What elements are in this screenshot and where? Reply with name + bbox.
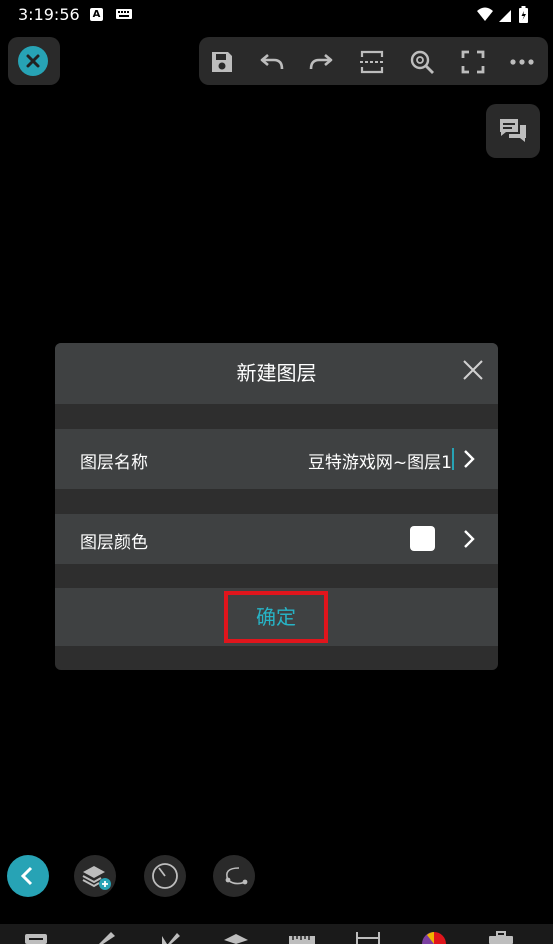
layer-color-row[interactable]: 图层颜色 — [55, 514, 498, 564]
edit-icon[interactable] — [157, 930, 183, 944]
dialog-header: 新建图层 — [55, 343, 498, 404]
layer-color-label: 图层颜色 — [80, 533, 148, 553]
compass-icon — [152, 863, 178, 889]
color-wheel-icon[interactable] — [421, 930, 447, 944]
keyboard-icon — [116, 9, 132, 19]
chevron-right-icon — [464, 450, 475, 468]
curve-icon — [225, 867, 248, 885]
layer-name-row[interactable]: 图层名称 豆特游戏网~图层1 — [55, 429, 498, 489]
curve-tool-button[interactable] — [213, 855, 255, 897]
chevron-right-icon — [464, 530, 475, 548]
confirm-button[interactable]: 确定 — [224, 591, 328, 643]
layers-add-icon — [82, 866, 111, 890]
chat-icon — [500, 119, 526, 142]
ruler-icon[interactable] — [289, 930, 315, 944]
close-button[interactable] — [8, 37, 60, 85]
save-icon[interactable] — [209, 49, 235, 75]
select-area-icon[interactable] — [359, 49, 385, 75]
color-swatch[interactable] — [410, 526, 435, 551]
dimension-icon[interactable] — [355, 930, 381, 944]
pencil-icon[interactable] — [91, 930, 117, 944]
chevron-left-icon — [20, 866, 33, 886]
layer-name-label: 图层名称 — [80, 453, 148, 473]
angle-tool-button[interactable] — [144, 855, 186, 897]
toolbox-icon[interactable] — [488, 930, 514, 944]
notification-a-icon: A — [90, 8, 103, 21]
text-cursor — [452, 448, 454, 470]
add-layer-button[interactable] — [74, 855, 116, 897]
back-button[interactable] — [7, 855, 49, 897]
redo-icon[interactable] — [308, 49, 334, 75]
fullscreen-icon[interactable] — [460, 49, 486, 75]
layers-icon[interactable] — [223, 930, 249, 944]
wifi-icon — [477, 7, 493, 21]
undo-icon[interactable] — [259, 49, 285, 75]
more-icon[interactable] — [509, 49, 535, 75]
new-layer-dialog: 新建图层 图层名称 豆特游戏网~图层1 图层颜色 确定 — [55, 343, 498, 670]
dialog-title: 新建图层 — [236, 361, 317, 385]
top-toolbar — [199, 37, 548, 85]
status-icons — [477, 6, 528, 23]
layer-name-value[interactable]: 豆特游戏网~图层1 — [308, 448, 452, 473]
status-bar: 3:19:56 A — [0, 0, 553, 30]
close-icon[interactable] — [460, 357, 486, 383]
bottom-toolbar — [0, 924, 553, 944]
note-icon[interactable] — [24, 930, 50, 944]
confirm-row: 确定 — [55, 588, 498, 646]
signal-icon — [499, 10, 511, 22]
zoom-icon[interactable] — [409, 49, 435, 75]
chat-button[interactable] — [486, 104, 540, 158]
close-icon — [18, 46, 48, 76]
status-time: 3:19:56 — [18, 5, 80, 24]
